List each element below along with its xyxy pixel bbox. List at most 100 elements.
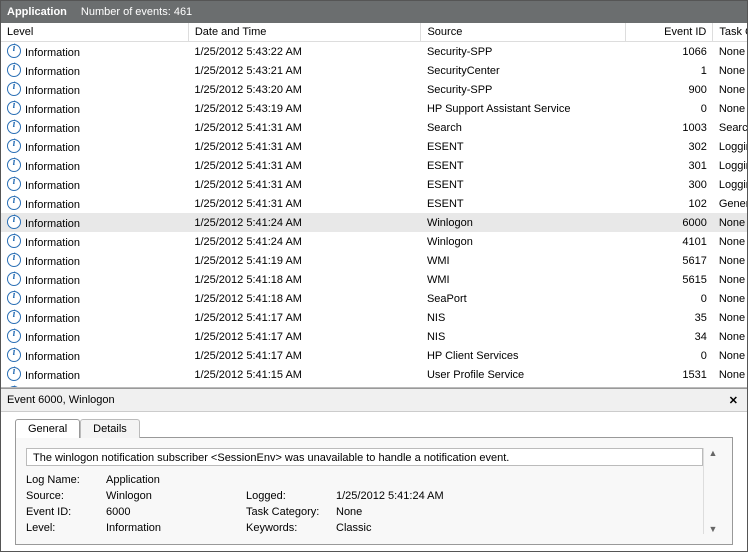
- tab-details[interactable]: Details: [80, 419, 140, 438]
- cell-task-category: Logging/Recovery: [713, 137, 747, 156]
- cell-date: 1/25/2012 5:41:24 AM: [188, 213, 421, 232]
- cell-event-id: 5615: [626, 270, 713, 289]
- cell-task-category: None: [713, 232, 747, 251]
- table-row[interactable]: Information1/25/2012 5:41:31 AMESENT102G…: [1, 194, 747, 213]
- col-task-category[interactable]: Task Category: [713, 23, 747, 42]
- cell-task-category: Logging/Recovery: [713, 175, 747, 194]
- cell-date: 1/25/2012 5:41:18 AM: [188, 289, 421, 308]
- detail-header: Event 6000, Winlogon ✕: [1, 389, 747, 412]
- table-row[interactable]: Information1/25/2012 5:43:21 AMSecurityC…: [1, 61, 747, 80]
- cell-date: 1/25/2012 5:41:31 AM: [188, 118, 421, 137]
- cell-task-category: None: [713, 213, 747, 232]
- cell-event-id: 0: [626, 346, 713, 365]
- table-row[interactable]: Information1/25/2012 5:41:17 AMNIS35None: [1, 308, 747, 327]
- cell-event-id: 300: [626, 175, 713, 194]
- cell-task-category: Logging/Recovery: [713, 156, 747, 175]
- arrow-up-icon[interactable]: ▲: [709, 448, 718, 458]
- cell-date: 1/25/2012 5:41:19 AM: [188, 251, 421, 270]
- label-task-category: Task Category:: [246, 506, 336, 518]
- cell-source: WMI: [421, 270, 626, 289]
- close-icon[interactable]: ✕: [726, 394, 741, 407]
- cell-source: User Profile Service: [421, 365, 626, 384]
- col-source[interactable]: Source: [421, 23, 626, 42]
- cell-date: 1/25/2012 5:41:31 AM: [188, 194, 421, 213]
- cell-event-id: 302: [626, 137, 713, 156]
- col-date[interactable]: Date and Time: [188, 23, 421, 42]
- label-event-id: Event ID:: [26, 506, 106, 518]
- table-row[interactable]: Information1/25/2012 5:43:19 AMHP Suppor…: [1, 99, 747, 118]
- cell-level: Information: [25, 332, 80, 344]
- table-row[interactable]: Information1/25/2012 5:41:15 AMUser Prof…: [1, 365, 747, 384]
- cell-task-category: None: [713, 384, 747, 387]
- cell-event-id: 35: [626, 308, 713, 327]
- tab-body: The winlogon notification subscriber <Se…: [15, 437, 733, 545]
- info-icon: [7, 291, 21, 305]
- table-row[interactable]: Information1/25/2012 5:41:31 AMESENT301L…: [1, 156, 747, 175]
- cell-level: Information: [25, 123, 80, 135]
- cell-date: 1/25/2012 5:43:22 AM: [188, 42, 421, 62]
- info-icon: [7, 329, 21, 343]
- table-row[interactable]: Information1/25/2012 5:41:31 AMESENT300L…: [1, 175, 747, 194]
- info-icon: [7, 310, 21, 324]
- cell-task-category: None: [713, 61, 747, 80]
- cell-source: ESENT: [421, 137, 626, 156]
- info-icon: [7, 139, 21, 153]
- cell-task-category: None: [713, 80, 747, 99]
- cell-level: Information: [25, 256, 80, 268]
- cell-task-category: None: [713, 251, 747, 270]
- cell-task-category: None: [713, 365, 747, 384]
- cell-level: Information: [25, 294, 80, 306]
- table-row[interactable]: Information 1/25/2012 5:41:31 AMESENT302L…: [1, 137, 747, 156]
- cell-level: Information: [25, 370, 80, 382]
- cell-source: WMI: [421, 251, 626, 270]
- cell-level: Information: [25, 180, 80, 192]
- cell-event-id: 4101: [626, 232, 713, 251]
- detail-tabs: General Details: [1, 412, 747, 437]
- detail-scrollbar[interactable]: ▲ ▼: [703, 448, 722, 534]
- cell-source: HP Support Assistant Service: [421, 99, 626, 118]
- table-row[interactable]: Information 1/25/2012 5:41:24 AMWinlogon4…: [1, 232, 747, 251]
- table-row[interactable]: Information1/25/2012 5:41:19 AMWMI5617No…: [1, 251, 747, 270]
- info-icon: [7, 272, 21, 286]
- info-icon: [7, 348, 21, 362]
- table-row[interactable]: Information1/25/2012 5:41:18 AMWMI5615No…: [1, 270, 747, 289]
- cell-date: 1/25/2012 5:41:17 AM: [188, 346, 421, 365]
- table-row[interactable]: Information1/25/2012 5:41:17 AMNIS34None: [1, 327, 747, 346]
- value-source: Winlogon: [106, 490, 246, 502]
- col-level[interactable]: Level: [1, 23, 188, 42]
- cell-level: Information: [25, 237, 80, 249]
- info-icon: [7, 63, 21, 77]
- cell-source: EventSystem: [421, 384, 626, 387]
- cell-level: Information: [25, 275, 80, 287]
- table-row[interactable]: Information1/25/2012 5:41:15 AMEventSyst…: [1, 384, 747, 387]
- cell-level: Information: [25, 218, 80, 230]
- info-icon: [7, 177, 21, 191]
- cell-date: 1/25/2012 5:41:24 AM: [188, 232, 421, 251]
- cell-event-id: 34: [626, 327, 713, 346]
- info-icon: [7, 215, 21, 229]
- table-row[interactable]: Information1/25/2012 5:41:24 AMWinlogon6…: [1, 213, 747, 232]
- cell-event-id: 4625: [626, 384, 713, 387]
- value-logged: 1/25/2012 5:41:24 AM: [336, 490, 516, 502]
- table-row[interactable]: Information1/25/2012 5:41:17 AMHP Client…: [1, 346, 747, 365]
- info-icon: [7, 196, 21, 210]
- cell-task-category: Search service: [713, 118, 747, 137]
- cell-source: Security-SPP: [421, 42, 626, 62]
- cell-date: 1/25/2012 5:41:31 AM: [188, 137, 421, 156]
- cell-date: 1/25/2012 5:41:18 AM: [188, 270, 421, 289]
- table-row[interactable]: Information1/25/2012 5:43:22 AMSecurity-…: [1, 42, 747, 62]
- table-row[interactable]: Information1/25/2012 5:41:18 AMSeaPort0N…: [1, 289, 747, 308]
- tab-general[interactable]: General: [15, 419, 80, 438]
- cell-level: Information: [25, 161, 80, 173]
- cell-level: Information: [25, 142, 80, 154]
- table-row[interactable]: Information1/25/2012 5:43:20 AMSecurity-…: [1, 80, 747, 99]
- cell-task-category: None: [713, 346, 747, 365]
- cell-source: HP Client Services: [421, 346, 626, 365]
- value-level: Information: [106, 522, 246, 534]
- cell-source: Winlogon: [421, 232, 626, 251]
- arrow-down-icon[interactable]: ▼: [709, 524, 718, 534]
- table-row[interactable]: Information1/25/2012 5:41:31 AMSearch100…: [1, 118, 747, 137]
- event-grid-scroll[interactable]: Level Date and Time Source Event ID Task…: [1, 23, 747, 387]
- col-event-id[interactable]: Event ID: [626, 23, 713, 42]
- cell-source: SecurityCenter: [421, 61, 626, 80]
